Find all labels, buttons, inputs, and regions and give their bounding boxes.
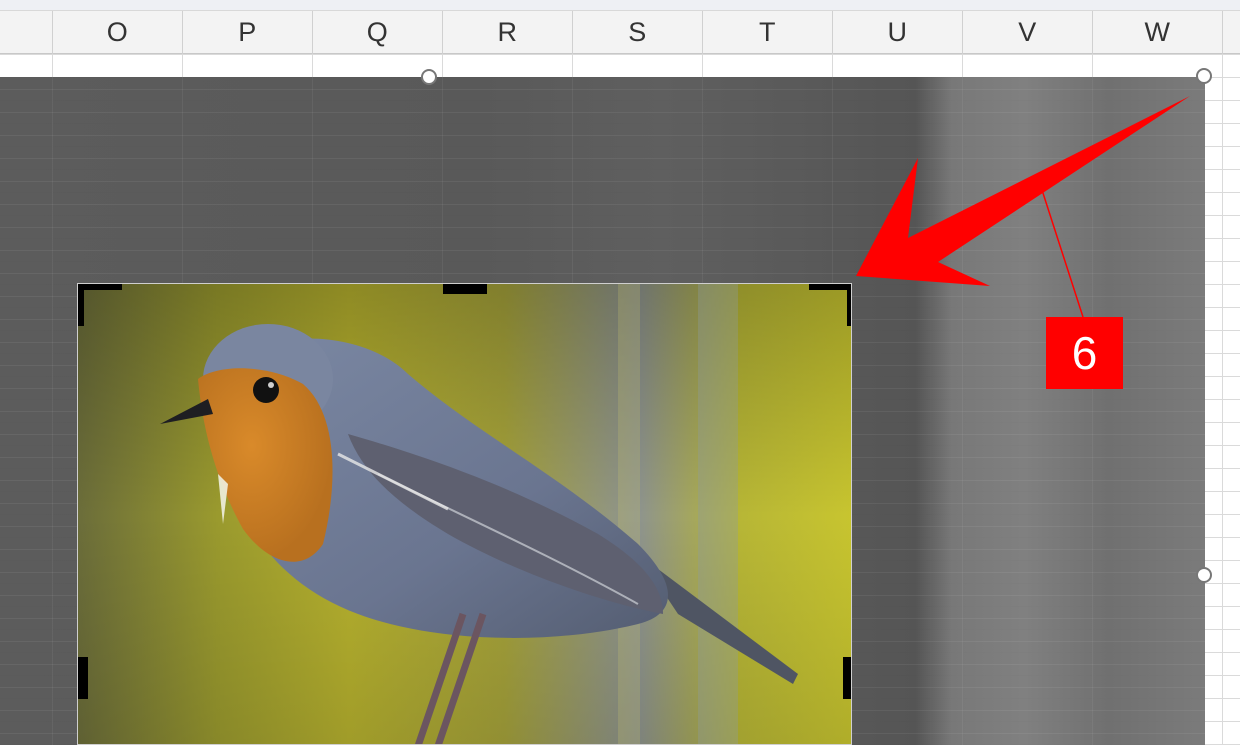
red-arrow-icon <box>856 96 1190 286</box>
step-number: 6 <box>1071 327 1098 379</box>
step-callout: 6 <box>1046 317 1123 389</box>
callout-leader-line <box>1041 189 1084 318</box>
